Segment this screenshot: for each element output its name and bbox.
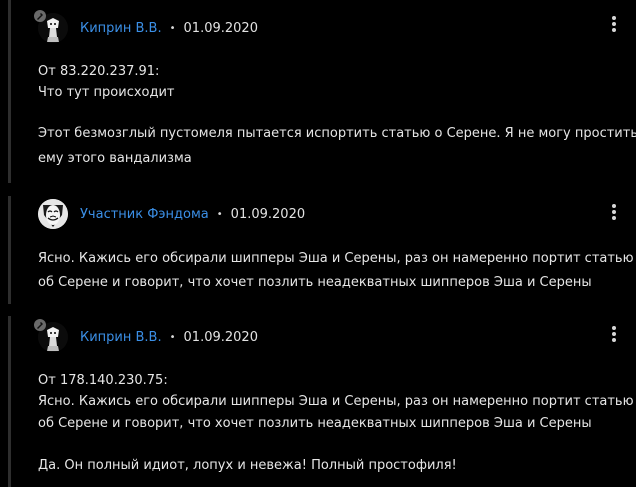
separator: •	[216, 208, 223, 220]
comment-text-line: Этот безмозглый пустомеля пытается испор…	[38, 126, 636, 141]
comment-text-line: ему этого вандализма	[38, 151, 192, 166]
comment-text-line: От 83.220.237.91:	[38, 64, 160, 79]
comment-text-line: От 178.140.230.75:	[38, 373, 168, 388]
comment-text-line: об Серене и говорит, что хочет позлить н…	[38, 275, 592, 290]
comment-text-line: Да. Он полный идиот, лопух и невежа! Пол…	[38, 458, 457, 473]
comment-header: Участник Фэндома • 01.09.2020	[38, 199, 305, 229]
author-link[interactable]: Участник Фэндома	[80, 207, 209, 222]
comment-text-line: Что тут происходит	[38, 85, 175, 100]
moderator-badge-icon	[34, 10, 46, 22]
author-link[interactable]: Киприн В.В.	[80, 21, 162, 36]
comment-text-line: Ясно. Кажись его обсирали шипперы Эша и …	[38, 394, 634, 409]
author-link[interactable]: Киприн В.В.	[80, 330, 162, 345]
guy-fawkes-mask-avatar-icon	[38, 199, 68, 229]
comment-date: 01.09.2020	[183, 329, 258, 345]
thread-line	[8, 316, 11, 487]
separator: •	[169, 331, 176, 343]
comment-date: 01.09.2020	[183, 20, 258, 36]
moderator-badge-icon	[34, 319, 46, 331]
more-options-icon[interactable]	[609, 14, 619, 34]
thread-line	[8, 196, 11, 304]
comment-header: Киприн В.В. • 01.09.2020	[38, 13, 258, 43]
more-options-icon[interactable]	[609, 202, 619, 222]
comment-header: Киприн В.В. • 01.09.2020	[38, 322, 258, 352]
separator: •	[169, 22, 176, 34]
avatar[interactable]	[38, 199, 68, 229]
more-options-icon[interactable]	[609, 324, 619, 344]
comment-date: 01.09.2020	[230, 206, 306, 222]
comment-text-line: Ясно. Кажись его обсирали шипперы Эша и …	[38, 251, 634, 266]
comment-text-line: об Серене и говорит, что хочет позлить н…	[38, 416, 592, 431]
thread-line	[8, 0, 11, 183]
